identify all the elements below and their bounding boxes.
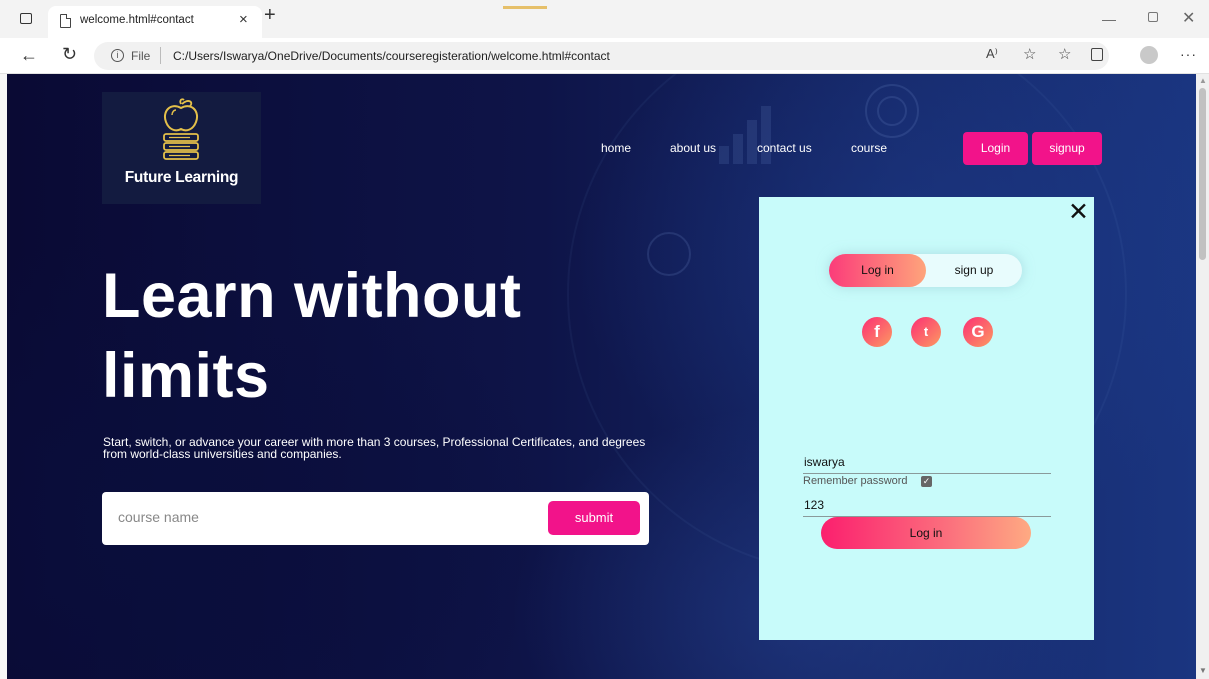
browser-tabstrip: welcome.html#contact × + — ✕: [0, 0, 1209, 38]
logo[interactable]: Future Learning: [102, 92, 261, 204]
browser-tab[interactable]: welcome.html#contact ×: [48, 6, 262, 38]
page-icon: [60, 14, 71, 28]
nav-contact-us[interactable]: contact us: [757, 141, 812, 155]
favorites-icon[interactable]: ☆: [1058, 45, 1071, 63]
url-text[interactable]: C:/Users/Iswarya/OneDrive/Documents/cour…: [173, 49, 610, 63]
login-submit-button[interactable]: Log in: [821, 517, 1031, 549]
course-search-box: submit: [102, 492, 649, 545]
scroll-up-icon[interactable]: ▲: [1199, 76, 1207, 85]
remember-password-checkbox[interactable]: ✓: [921, 476, 932, 487]
nav-about-us[interactable]: about us: [670, 141, 716, 155]
logo-text: Future Learning: [124, 169, 239, 186]
username-field[interactable]: [803, 450, 1051, 474]
course-name-input[interactable]: [118, 506, 538, 528]
tab-actions-icon[interactable]: [20, 13, 32, 24]
login-button[interactable]: Login: [963, 132, 1028, 165]
maximize-icon[interactable]: [1148, 12, 1158, 22]
hero-title: Learn without limits: [102, 261, 522, 411]
address-bar[interactable]: i File C:/Users/Iswarya/OneDrive/Documen…: [94, 42, 1109, 70]
close-icon[interactable]: ✕: [1068, 197, 1089, 227]
login-panel: ✕ Log in sign up f t G Remember password…: [759, 197, 1094, 640]
tab-signup[interactable]: sign up: [926, 254, 1022, 287]
apple-books-icon: [163, 98, 199, 160]
new-tab-button[interactable]: +: [264, 5, 276, 25]
auth-toggle: Log in sign up: [829, 254, 1022, 287]
google-icon[interactable]: G: [963, 317, 993, 347]
window-close-icon[interactable]: ✕: [1182, 8, 1195, 28]
scroll-down-icon[interactable]: ▼: [1199, 666, 1207, 675]
submit-button[interactable]: submit: [548, 501, 640, 535]
info-icon[interactable]: i: [111, 49, 124, 62]
remember-password-label: Remember password: [803, 475, 908, 487]
nav-home[interactable]: home: [601, 141, 631, 155]
twitter-icon[interactable]: t: [911, 317, 941, 347]
read-aloud-icon[interactable]: A⁾: [986, 46, 998, 62]
chart-decor: [719, 104, 779, 164]
back-arrow-icon[interactable]: ←: [20, 45, 38, 66]
password-field[interactable]: [803, 493, 1051, 517]
browser-toolbar: ← ↻ i File C:/Users/Iswarya/OneDrive/Doc…: [0, 38, 1209, 74]
add-favorite-icon[interactable]: ☆: [1023, 45, 1036, 63]
minimize-icon[interactable]: —: [1102, 11, 1116, 27]
signup-button[interactable]: signup: [1032, 132, 1102, 165]
page-scrollbar[interactable]: ▲ ▼: [1196, 74, 1209, 679]
hero-subtitle: Start, switch, or advance your career wi…: [103, 435, 646, 461]
nav-course[interactable]: course: [851, 141, 887, 155]
tab-login[interactable]: Log in: [829, 254, 926, 287]
tab-close-icon[interactable]: ×: [239, 11, 248, 28]
facebook-icon[interactable]: f: [862, 317, 892, 347]
profile-avatar[interactable]: [1140, 46, 1158, 64]
file-label: File: [131, 49, 151, 63]
collections-icon[interactable]: [1091, 48, 1103, 61]
more-icon[interactable]: ···: [1180, 46, 1197, 62]
scroll-thumb[interactable]: [1199, 88, 1206, 260]
page-viewport: Future Learning home about us contact us…: [7, 74, 1196, 679]
address-separator: [160, 47, 161, 64]
reload-icon[interactable]: ↻: [62, 44, 77, 65]
tab-title: welcome.html#contact: [80, 14, 194, 26]
drag-region-marker: [503, 6, 547, 9]
